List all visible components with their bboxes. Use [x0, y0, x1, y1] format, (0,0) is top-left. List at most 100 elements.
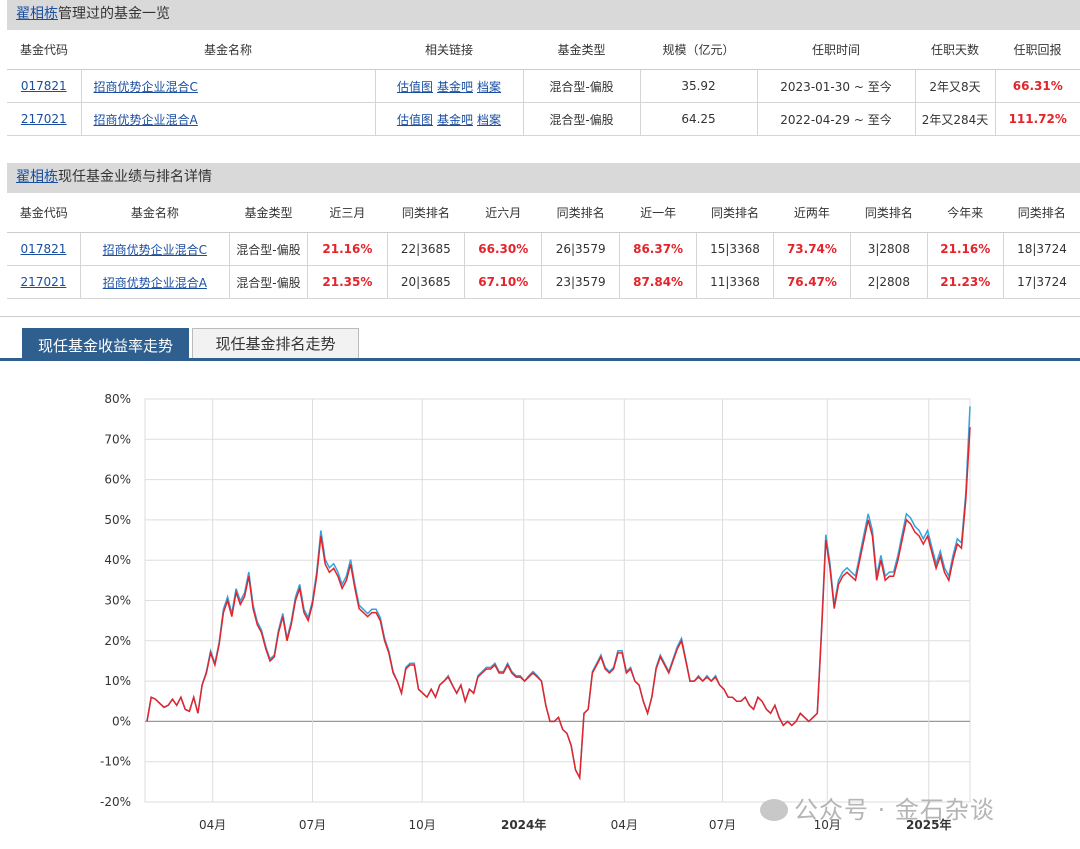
- chart-tabs: 现任基金收益率走势 现任基金排名走势: [0, 318, 1080, 360]
- y-tick-label: -20%: [100, 795, 131, 809]
- fund-code-link[interactable]: 017821: [7, 69, 82, 103]
- related-link[interactable]: 档案: [477, 113, 501, 127]
- column-header: 同类排名: [696, 193, 774, 233]
- return-2y: 73.74%: [772, 232, 852, 266]
- fund-size: 35.92: [639, 69, 758, 103]
- fund-size: 64.25: [639, 102, 758, 136]
- managed-funds-section: 翟相栋管理过的基金一览 基金代码 基金名称 相关链接 基金类型 规模（亿元） 任职时间 任职…: [7, 0, 1080, 136]
- divider: [0, 316, 1080, 317]
- y-tick-label: 50%: [104, 513, 131, 527]
- rank-6m: 26|3579: [541, 232, 620, 266]
- tenure-return: 66.31%: [994, 69, 1080, 103]
- return-1y: 86.37%: [618, 232, 698, 266]
- tenure-days: 2年又284天: [914, 102, 996, 136]
- fund-name-link[interactable]: 招商优势企业混合C: [79, 232, 230, 266]
- current-funds-table: 基金代码 基金名称 基金类型 近三月 同类排名 近六月 同类排名 近一年 同类排名 近两年 同类排名…: [7, 193, 1080, 299]
- fund-type: 混合型-偏股: [228, 232, 309, 266]
- table-row: 217021 招商优势企业混合A 混合型-偏股 21.35% 20|3685 67.10%…: [7, 265, 1080, 299]
- series-line-blue: [146, 406, 971, 781]
- x-tick-label: 04月: [611, 818, 638, 832]
- managed-funds-table: 基金代码 基金名称 相关链接 基金类型 规模（亿元） 任职时间 任职天数 任职回报 01782…: [7, 30, 1080, 136]
- related-link[interactable]: 估值图: [397, 80, 433, 94]
- y-tick-label: 40%: [104, 553, 131, 567]
- y-tick-label: 30%: [104, 594, 131, 608]
- table-row: 017821 招商优势企业混合C 估值图 基金吧 档案 混合型-偏股 35.92 2023-0…: [7, 69, 1080, 103]
- y-tick-label: 60%: [104, 473, 131, 487]
- column-header: 基金名称: [80, 193, 230, 233]
- column-header: 基金类型: [523, 30, 640, 70]
- column-header: 今年来: [927, 193, 1004, 233]
- manager-link[interactable]: 翟相栋: [16, 6, 58, 22]
- column-header: 同类排名: [541, 193, 620, 233]
- fund-code-link[interactable]: 217021: [7, 265, 81, 299]
- rank-ytd: 18|3724: [1002, 232, 1080, 266]
- fund-type: 混合型-偏股: [522, 102, 641, 136]
- y-tick-label: 10%: [104, 674, 131, 688]
- column-header: 基金类型: [229, 193, 308, 233]
- x-tick-label: 04月: [199, 818, 226, 832]
- column-header: 任职时间: [757, 30, 915, 70]
- tab-return-trend[interactable]: 现任基金收益率走势: [22, 328, 189, 360]
- rank-3m: 20|3685: [386, 265, 466, 299]
- return-3m: 21.35%: [307, 265, 388, 299]
- related-link[interactable]: 档案: [477, 80, 501, 94]
- column-header: 同类排名: [1003, 193, 1080, 233]
- column-header: 任职回报: [995, 30, 1080, 70]
- y-tick-label: -10%: [100, 755, 131, 769]
- column-header: 近三月: [307, 193, 388, 233]
- rank-1y: 11|3368: [696, 265, 774, 299]
- current-funds-section: 翟相栋现任基金业绩与排名详情 基金代码 基金名称 基金类型 近三月 同类排名 近六月 同类排…: [7, 163, 1080, 299]
- related-link[interactable]: 基金吧: [437, 113, 473, 127]
- return-trend-chart: 80% 70% 60% 50% 40% 30% 20% 10% 0% -10% -20% 04月 07月…: [100, 392, 971, 832]
- x-tick-label: 07月: [299, 818, 326, 832]
- rank-6m: 23|3579: [541, 265, 620, 299]
- column-header: 同类排名: [850, 193, 928, 233]
- rank-2y: 3|2808: [850, 232, 928, 266]
- watermark-text: 公众号 · 金石杂谈: [794, 796, 995, 824]
- column-header: 基金代码: [7, 30, 81, 70]
- y-tick-label: 20%: [104, 634, 131, 648]
- column-header: 基金名称: [81, 30, 375, 70]
- wechat-icon: [760, 799, 788, 821]
- tab-rank-trend[interactable]: 现任基金排名走势: [192, 328, 359, 360]
- y-tick-label: 0%: [112, 714, 131, 728]
- fund-name-link[interactable]: 招商优势企业混合A: [80, 102, 376, 136]
- rank-1y: 15|3368: [696, 232, 774, 266]
- tenure-period: 2022-04-29 ~ 至今: [756, 102, 916, 136]
- rank-ytd: 17|3724: [1002, 265, 1080, 299]
- return-ytd: 21.23%: [926, 265, 1004, 299]
- tenure-period: 2023-01-30 ~ 至今: [756, 69, 916, 103]
- manager-link[interactable]: 翟相栋: [16, 169, 58, 185]
- related-link[interactable]: 估值图: [397, 113, 433, 127]
- column-header: 规模（亿元）: [640, 30, 757, 70]
- column-header: 近一年: [619, 193, 697, 233]
- fund-code-link[interactable]: 017821: [7, 232, 81, 266]
- y-tick-label: 80%: [104, 392, 131, 406]
- table-row: 017821 招商优势企业混合C 混合型-偏股 21.16% 22|3685 66.30%…: [7, 232, 1080, 266]
- fund-name-link[interactable]: 招商优势企业混合A: [79, 265, 230, 299]
- return-1y: 87.84%: [618, 265, 698, 299]
- table-row: 217021 招商优势企业混合A 估值图 基金吧 档案 混合型-偏股 64.25 2022-0…: [7, 102, 1080, 136]
- related-link[interactable]: 基金吧: [437, 80, 473, 94]
- column-header: 同类排名: [387, 193, 465, 233]
- return-2y: 76.47%: [772, 265, 852, 299]
- fund-code-link[interactable]: 217021: [7, 102, 82, 136]
- return-ytd: 21.16%: [926, 232, 1004, 266]
- column-header: 相关链接: [375, 30, 523, 70]
- fund-name-link[interactable]: 招商优势企业混合C: [80, 69, 376, 103]
- return-6m: 67.10%: [464, 265, 543, 299]
- fund-type: 混合型-偏股: [522, 69, 641, 103]
- current-funds-header: 翟相栋现任基金业绩与排名详情: [7, 163, 1080, 193]
- return-3m: 21.16%: [307, 232, 388, 266]
- column-header: 基金代码: [7, 193, 81, 233]
- tenure-days: 2年又8天: [914, 69, 996, 103]
- managed-funds-header: 翟相栋管理过的基金一览: [7, 0, 1080, 30]
- x-tick-label: 2024年: [501, 817, 546, 832]
- watermark: 公众号 · 金石杂谈: [760, 790, 995, 825]
- current-funds-title: 现任基金业绩与排名详情: [58, 169, 212, 185]
- column-header: 近两年: [773, 193, 851, 233]
- column-header: 近六月: [464, 193, 542, 233]
- rank-3m: 22|3685: [386, 232, 466, 266]
- x-tick-label: 07月: [709, 818, 736, 832]
- related-links: 估值图 基金吧 档案: [374, 102, 524, 136]
